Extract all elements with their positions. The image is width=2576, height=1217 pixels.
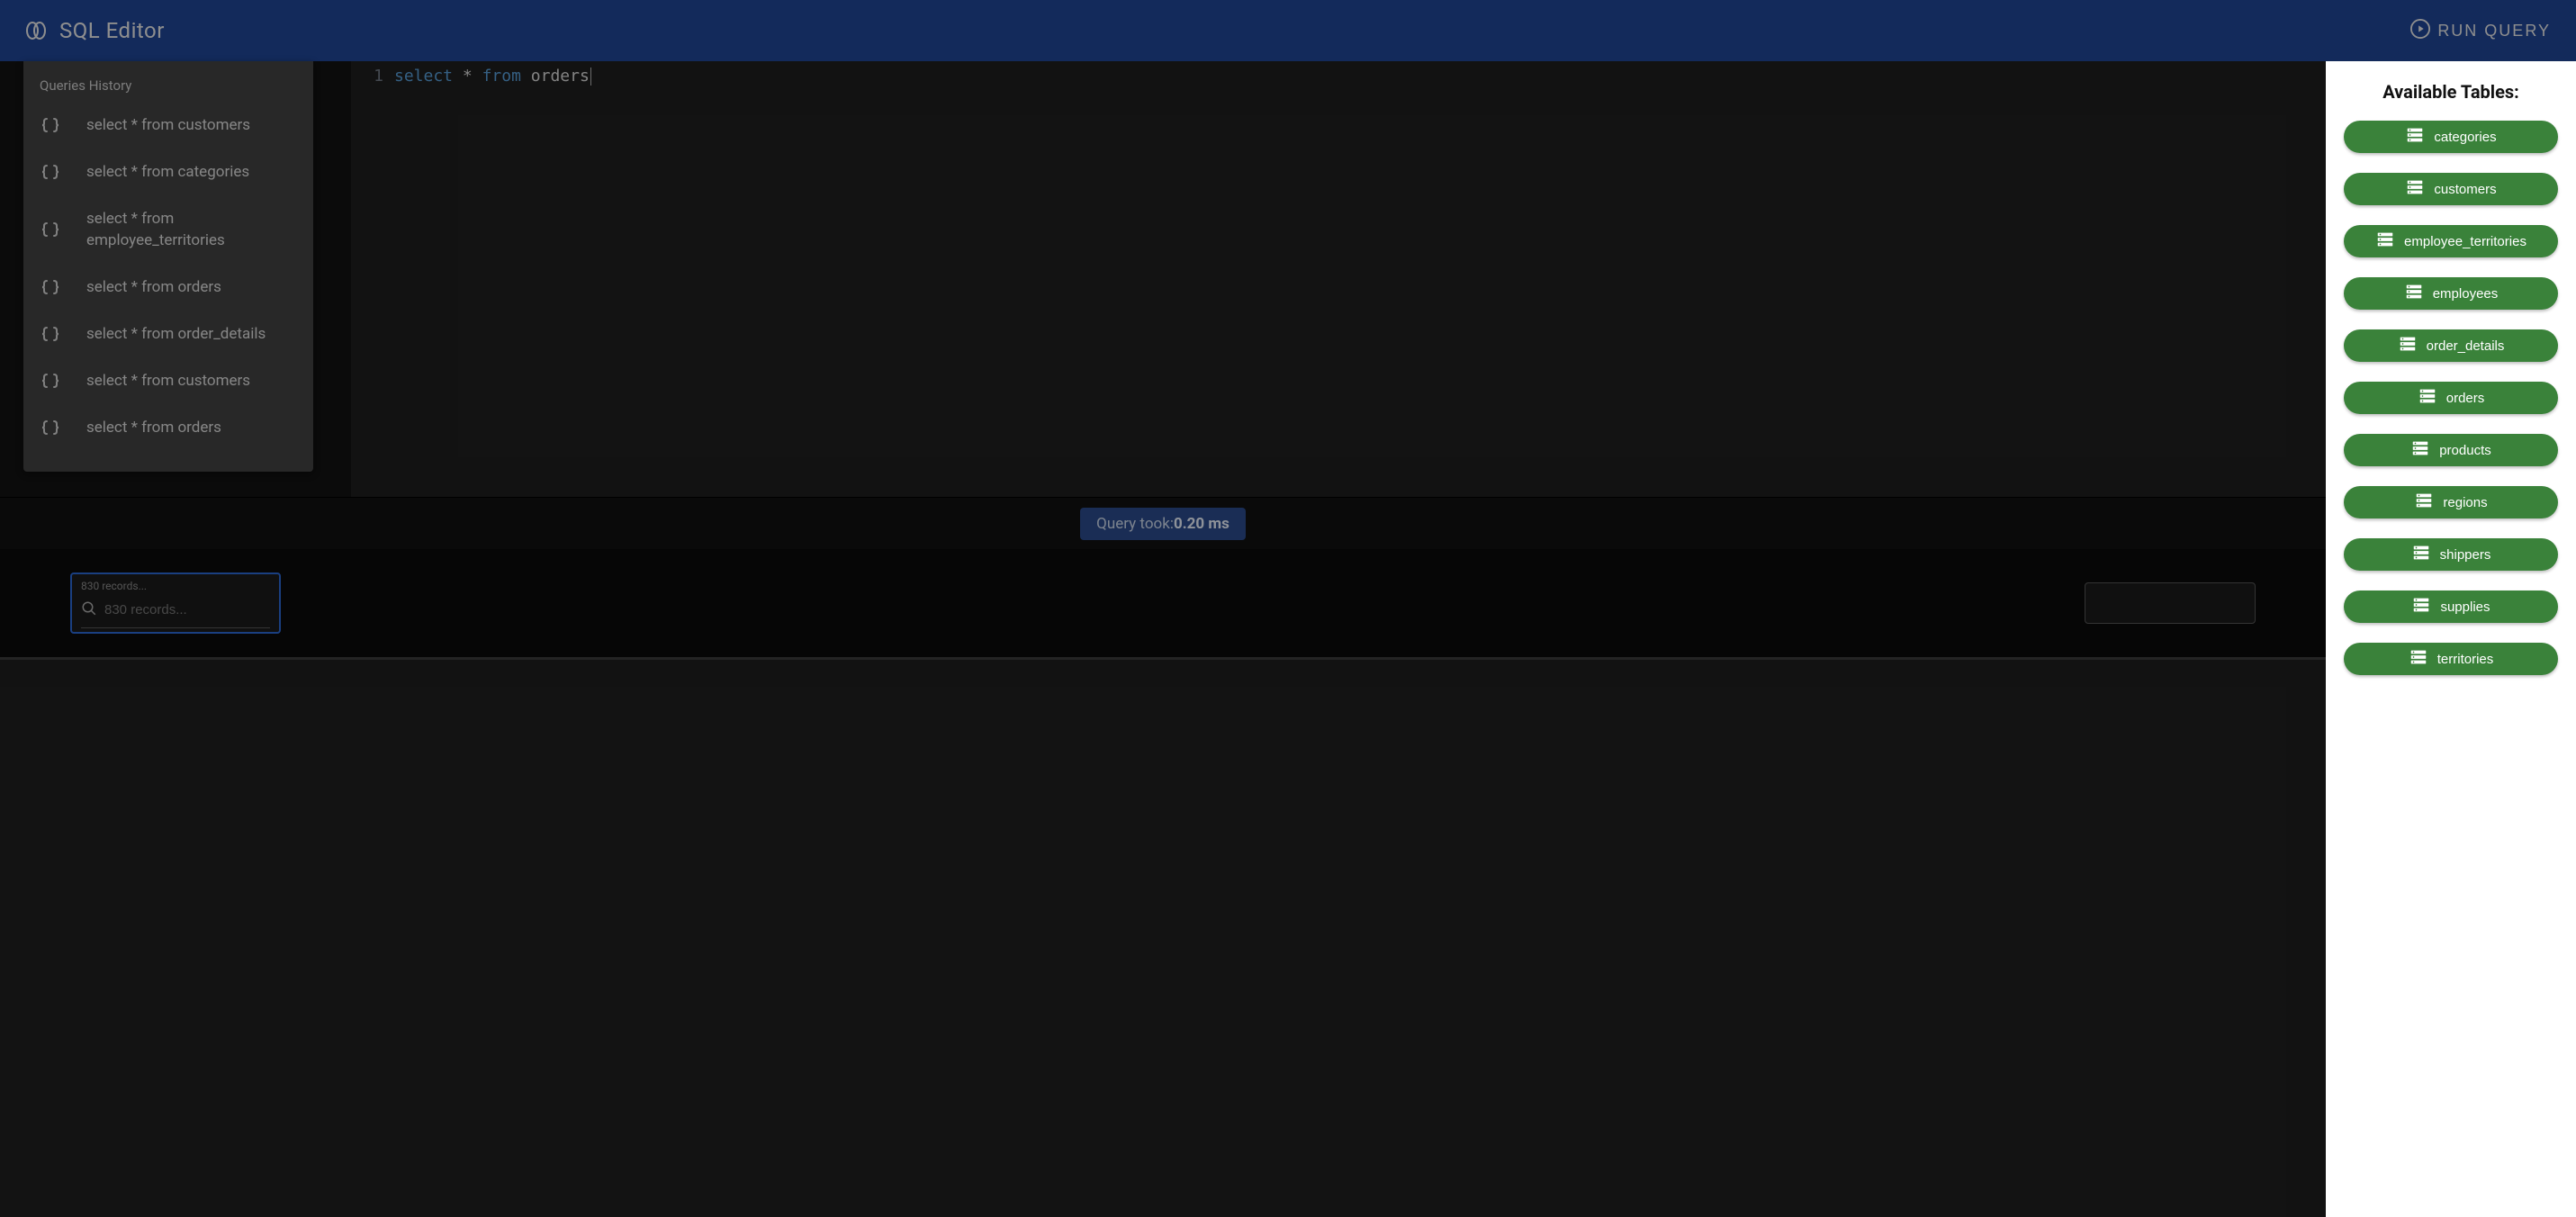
available-tables-title: Available Tables: [2344, 81, 2558, 103]
search-input[interactable] [104, 602, 284, 618]
code-editor[interactable]: 1 select * from orders [351, 61, 2326, 497]
results-toolbar: 830 records... [0, 549, 2326, 657]
table-chip-territories[interactable]: territories [2344, 643, 2558, 675]
history-item-query: select * from categories [86, 162, 249, 184]
storage-icon [2418, 386, 2437, 410]
content-column: Queries History select * from customers … [0, 61, 2326, 1217]
history-item[interactable]: select * from orders [23, 405, 313, 452]
table-chip-label: categories [2434, 130, 2496, 145]
available-tables-list: categories customers employee_territ [2344, 121, 2558, 675]
history-item-query: select * from orders [86, 418, 221, 439]
history-item[interactable]: select * from employee_territories [23, 196, 313, 265]
table-chip-label: employees [2433, 286, 2499, 302]
search-inner [81, 596, 270, 628]
table-chip-label: shippers [2440, 547, 2491, 563]
history-item-query: select * from order_details [86, 324, 266, 346]
main-area: Queries History select * from customers … [0, 61, 2576, 1217]
storage-icon [2398, 334, 2418, 357]
left-sidebar-spacer: Queries History select * from customers … [0, 61, 351, 497]
query-time-prefix: Query took: [1096, 515, 1174, 533]
table-chip-label: orders [2446, 391, 2485, 406]
table-chip-label: supplies [2440, 599, 2490, 615]
history-item[interactable]: select * from orders [23, 265, 313, 311]
search-icon [81, 600, 97, 620]
storage-icon [2411, 543, 2431, 566]
run-query-button[interactable]: RUN QUERY [2410, 19, 2551, 43]
table-chip-label: customers [2434, 182, 2496, 197]
history-item-query: select * from customers [86, 371, 250, 392]
table-chip-customers[interactable]: customers [2344, 173, 2558, 205]
storage-icon [2411, 595, 2431, 618]
code-lines: select * from orders [394, 61, 591, 497]
table-chip-employee_territories[interactable]: employee_territories [2344, 225, 2558, 257]
divider [0, 657, 2326, 660]
table-chip-shippers[interactable]: shippers [2344, 538, 2558, 571]
app-header: SQL Editor RUN QUERY [0, 0, 2576, 61]
history-item-query: select * from employee_territories [86, 209, 297, 252]
braces-icon [40, 277, 61, 299]
braces-icon [40, 418, 61, 439]
table-chip-label: regions [2443, 495, 2487, 510]
braces-icon [40, 162, 61, 184]
header-left: SQL Editor [25, 18, 165, 43]
table-chip-label: territories [2437, 652, 2494, 667]
query-time-value: 0.20 ms [1174, 515, 1229, 533]
storage-icon [2410, 438, 2430, 462]
export-dropdown[interactable] [2085, 582, 2256, 624]
table-chip-supplies[interactable]: supplies [2344, 590, 2558, 623]
braces-icon [40, 115, 61, 137]
storage-icon [2414, 491, 2434, 514]
table-chip-regions[interactable]: regions [2344, 486, 2558, 518]
queries-history-list: select * from customers select * from ca… [23, 103, 313, 452]
token-keyword: select [394, 67, 453, 86]
queries-history-title: Queries History [23, 77, 313, 103]
table-chip-employees[interactable]: employees [2344, 277, 2558, 310]
app-title: SQL Editor [59, 18, 165, 43]
table-chip-products[interactable]: products [2344, 434, 2558, 466]
token-star: * [463, 67, 473, 86]
play-icon [2410, 19, 2430, 43]
storage-icon [2404, 282, 2424, 305]
line-number: 1 [351, 67, 383, 86]
query-status-row: Query took:0.20 ms [0, 497, 2326, 549]
token-identifier: orders [531, 67, 590, 86]
history-item[interactable]: select * from customers [23, 103, 313, 149]
history-item[interactable]: select * from categories [23, 149, 313, 196]
queries-history-panel: Queries History select * from customers … [23, 61, 313, 472]
storage-icon [2405, 177, 2425, 201]
history-item[interactable]: select * from order_details [23, 311, 313, 358]
table-chip-label: order_details [2427, 338, 2505, 354]
history-item[interactable]: select * from customers [23, 358, 313, 405]
table-chip-orders[interactable]: orders [2344, 382, 2558, 414]
braces-icon [40, 371, 61, 392]
token-keyword: from [482, 67, 521, 86]
table-chip-order_details[interactable]: order_details [2344, 329, 2558, 362]
braces-icon [40, 324, 61, 346]
history-item-query: select * from customers [86, 115, 250, 137]
storage-icon [2405, 125, 2425, 149]
records-search-box[interactable]: 830 records... [70, 572, 281, 634]
line-gutter: 1 [351, 61, 394, 497]
history-item-query: select * from orders [86, 277, 221, 299]
text-cursor [590, 68, 591, 86]
table-chip-label: employee_territories [2404, 234, 2526, 249]
storage-icon [2409, 647, 2428, 671]
braces-icon [40, 220, 61, 241]
table-chip-categories[interactable]: categories [2344, 121, 2558, 153]
table-chip-label: products [2439, 443, 2491, 458]
run-query-label: RUN QUERY [2437, 22, 2551, 41]
available-tables-drawer: Available Tables: categories cu [2326, 61, 2576, 1217]
header-right: RUN QUERY [2410, 19, 2551, 43]
logo-icon [25, 20, 47, 41]
storage-icon [2375, 230, 2395, 253]
editor-zone: Queries History select * from customers … [0, 61, 2326, 497]
query-time-chip: Query took:0.20 ms [1080, 508, 1246, 540]
records-count-label: 830 records... [81, 580, 270, 592]
